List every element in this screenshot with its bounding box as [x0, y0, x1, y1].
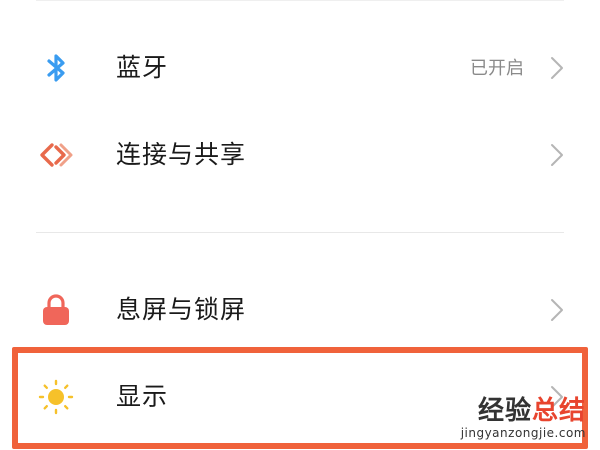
- chevron-right-icon: [550, 56, 564, 80]
- bluetooth-status-value: 已开启: [470, 58, 524, 79]
- settings-item-label: 蓝牙: [116, 53, 169, 82]
- settings-item-label: 息屏与锁屏: [116, 295, 247, 324]
- chevron-right-icon: [550, 298, 564, 322]
- connection-share-icon: [38, 137, 74, 173]
- watermark: 经验总结 jingyanzongjie.com: [461, 396, 586, 440]
- settings-item-label: 显示: [116, 382, 169, 411]
- settings-item-connection-sharing[interactable]: 连接与共享: [0, 115, 600, 195]
- settings-screen: 蓝牙 已开启 连接与共享 息屏与锁屏 显示 经验总结 jingyanzongji…: [0, 0, 600, 450]
- lock-icon: [38, 292, 74, 328]
- settings-item-bluetooth[interactable]: 蓝牙 已开启: [0, 28, 600, 108]
- top-divider: [36, 0, 564, 1]
- watermark-url: jingyanzongjie.com: [460, 426, 586, 440]
- section-divider: [36, 232, 564, 233]
- watermark-title-part2: 总结: [531, 396, 586, 426]
- watermark-title: 经验总结: [461, 396, 586, 426]
- watermark-title-part1: 经验: [477, 396, 532, 426]
- sun-icon: [38, 379, 74, 415]
- settings-item-lock-screen[interactable]: 息屏与锁屏: [0, 270, 600, 350]
- chevron-right-icon: [550, 143, 564, 167]
- settings-item-label: 连接与共享: [116, 140, 247, 169]
- bluetooth-icon: [38, 50, 74, 86]
